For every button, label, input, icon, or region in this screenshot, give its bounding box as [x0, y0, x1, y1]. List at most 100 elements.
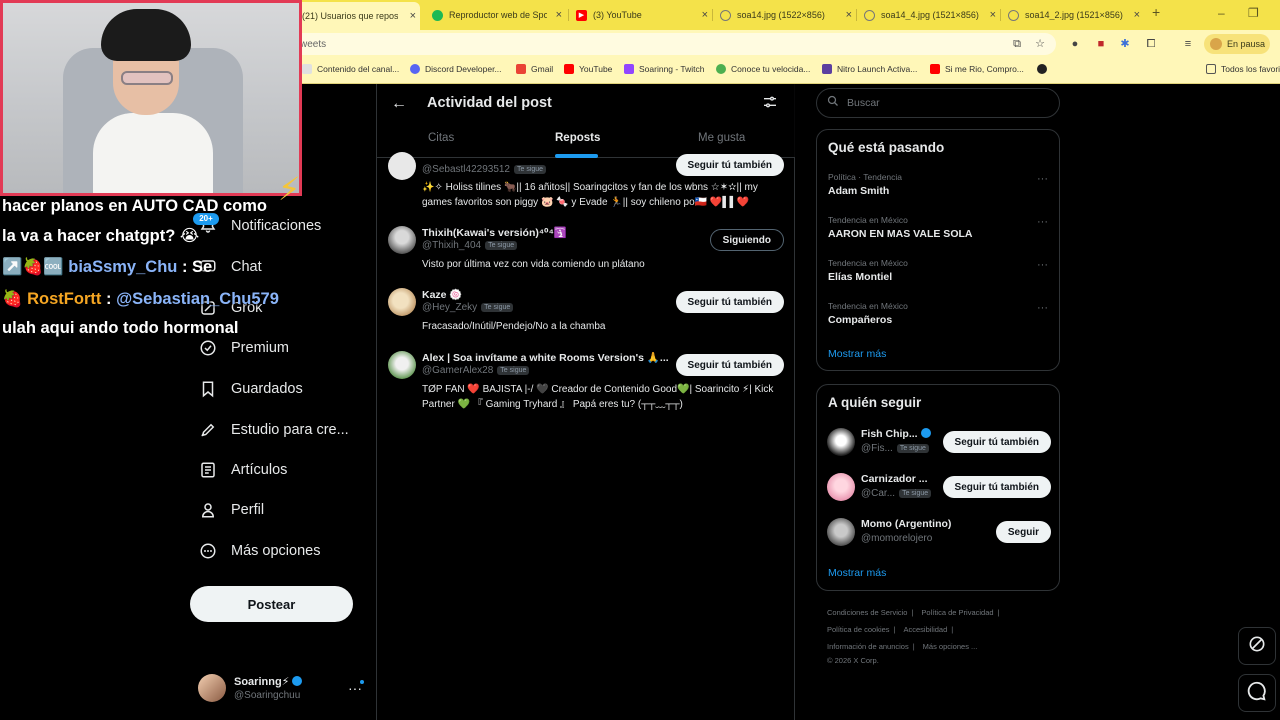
user-row[interactable]: Thixih(Kawai's versión)⁴⁰⁴🛐 @Thixih_404 T…: [377, 226, 795, 278]
follow-back-button[interactable]: Seguir tú también: [675, 154, 784, 176]
following-button[interactable]: Siguiendo: [709, 229, 784, 251]
user-row[interactable]: Kaze 🍥 @Hey_Zeky Te sigue Fracasado/Inúti…: [377, 288, 795, 340]
user-row[interactable]: @Sebastl42293512 Te sigue ✨✧ Holiss tilin…: [377, 152, 795, 214]
new-tab-button[interactable]: +: [1152, 4, 1160, 20]
nav-item-premium[interactable]: Premium: [198, 336, 289, 360]
account-switcher[interactable]: Soarinng⚡ @Soaringchuu ···: [196, 672, 368, 708]
nav-item-bookmarks[interactable]: Guardados: [198, 377, 303, 401]
browser-tab-active[interactable]: (21) Usuarios que reposte ×: [296, 2, 420, 30]
install-icon[interactable]: ⧉: [1010, 37, 1024, 51]
suggestion-row[interactable]: Momo (Argentino) @momorelojero Seguir: [827, 516, 1051, 548]
footer-link[interactable]: Condiciones de Servicio: [827, 608, 907, 617]
post-button[interactable]: Postear: [190, 586, 353, 622]
more-icon[interactable]: ···: [1037, 173, 1048, 185]
search-input[interactable]: [847, 97, 1047, 109]
bookmark-item[interactable]: Gmail: [516, 64, 553, 74]
close-icon[interactable]: ×: [556, 9, 562, 21]
search-box[interactable]: [816, 88, 1060, 118]
trend-context: Tendencia en México: [828, 215, 908, 225]
bookmark-item[interactable]: YouTube: [564, 64, 612, 74]
account-name: Soarinng⚡: [234, 675, 303, 688]
youtube-icon: [930, 64, 940, 74]
footer-link[interactable]: Información de anuncios: [827, 642, 909, 651]
show-more-link[interactable]: Mostrar más: [828, 567, 886, 579]
follow-back-button[interactable]: Seguir tú también: [675, 354, 784, 376]
rocket-icon: [198, 420, 218, 440]
bookmark-item[interactable]: Nitro Launch Activa...: [822, 64, 917, 74]
profile-paused-button[interactable]: En pausa: [1204, 34, 1270, 54]
media-icon[interactable]: ≡: [1181, 37, 1195, 51]
browser-tab[interactable]: soa14_4.jpg (1521×856) ×: [858, 4, 1000, 26]
back-arrow-icon[interactable]: ←: [389, 94, 409, 114]
messages-button[interactable]: [1238, 674, 1276, 712]
nitro-icon: [822, 64, 832, 74]
restore-icon[interactable]: ❐: [1248, 6, 1259, 20]
close-icon[interactable]: ×: [846, 9, 852, 21]
footer-link[interactable]: Política de cookies: [827, 625, 890, 634]
suggestion-row[interactable]: Fish Chip... @Fis... Te sigue Seguir tú t…: [827, 426, 1051, 458]
tab-title: soa14_4.jpg (1521×856): [881, 10, 979, 20]
footer-link[interactable]: Más opciones ...: [923, 642, 978, 651]
browser-tab[interactable]: soa14_2.jpg (1521×856) ×: [1002, 4, 1144, 26]
extension-icon[interactable]: ✱: [1118, 37, 1132, 51]
nav-item-creator-studio[interactable]: Estudio para cre...: [198, 418, 349, 442]
trend-name: Compañeros: [828, 314, 893, 326]
bookmark-item[interactable]: Discord Developer...: [410, 64, 502, 74]
star-icon[interactable]: ☆: [1033, 37, 1047, 51]
more-icon[interactable]: ···: [1037, 302, 1048, 314]
grok-button[interactable]: [1238, 627, 1276, 665]
bookmark-icon: [198, 379, 218, 399]
user-row[interactable]: Alex | Soa invítame a white Rooms Versio…: [377, 351, 795, 415]
filter-icon[interactable]: [762, 94, 780, 112]
follow-button[interactable]: Seguir: [995, 521, 1051, 543]
nav-item-more[interactable]: Más opciones: [198, 539, 320, 563]
pdf-extension-icon[interactable]: ■: [1094, 37, 1108, 51]
tab-likes[interactable]: Me gusta: [698, 132, 745, 144]
bookmark-item[interactable]: Soarinng - Twitch: [624, 64, 705, 74]
close-icon[interactable]: ×: [410, 10, 416, 22]
trend-context: Política · Tendencia: [828, 172, 903, 182]
close-icon[interactable]: ×: [1134, 9, 1140, 21]
bookmark-label: Si me Rio, Compro...: [945, 64, 1024, 74]
youtube-icon: ▶: [576, 9, 587, 21]
avatar: [827, 473, 855, 501]
bookmark-folder[interactable]: Todos los favori: [1206, 64, 1280, 74]
trend-item[interactable]: Política · Tendencia Adam Smith ···: [828, 172, 1050, 197]
bookmark-item[interactable]: Contenido del canal...: [302, 64, 399, 74]
footer-link[interactable]: Política de Privacidad: [921, 608, 993, 617]
nav-item-profile[interactable]: Perfil: [198, 498, 264, 522]
trend-item[interactable]: Tendencia en México Compañeros ···: [828, 301, 1050, 326]
address-bar[interactable]: weets: [290, 33, 1056, 55]
close-icon[interactable]: ×: [990, 9, 996, 21]
puzzle-icon[interactable]: ⧠: [1144, 37, 1158, 51]
show-more-link[interactable]: Mostrar más: [828, 348, 886, 360]
close-icon[interactable]: ×: [702, 9, 708, 21]
chat-badges: 🍓: [2, 290, 23, 308]
tab-quotes[interactable]: Citas: [428, 132, 454, 144]
more-icon[interactable]: ···: [1037, 216, 1048, 228]
more-icon[interactable]: ···: [1037, 259, 1048, 271]
follow-back-button[interactable]: Seguir tú también: [942, 431, 1051, 453]
user-handle: @GamerAlex28 Te sigue: [422, 365, 530, 376]
suggestion-row[interactable]: Carnizador ... @Car... Te sigue Seguir tú…: [827, 471, 1051, 503]
browser-tab[interactable]: Reproductor web de Spot ×: [426, 4, 566, 26]
bookmark-item[interactable]: Si me Rio, Compro...: [930, 64, 1024, 74]
bookmark-item[interactable]: [1037, 64, 1052, 74]
bookmark-item[interactable]: Conoce tu velocida...: [716, 64, 810, 74]
follow-back-button[interactable]: Seguir tú también: [675, 291, 784, 313]
bookmark-label: Contenido del canal...: [317, 64, 400, 74]
follow-back-button[interactable]: Seguir tú también: [942, 476, 1051, 498]
article-icon: [198, 460, 218, 480]
nav-item-articles[interactable]: Artículos: [198, 458, 287, 482]
trend-item[interactable]: Tendencia en México Elías Montiel ···: [828, 258, 1050, 283]
footer-link[interactable]: Accesibilidad: [904, 625, 948, 634]
suggestion-handle: @Fis... Te sigue: [861, 443, 929, 454]
tab-reposts[interactable]: Reposts: [555, 132, 600, 144]
minimize-icon[interactable]: –: [1218, 6, 1225, 20]
trend-item[interactable]: Tendencia en México AARON EN MAS VALE SO…: [828, 215, 1050, 240]
extension-icon[interactable]: ●: [1068, 37, 1082, 51]
browser-tab[interactable]: ▶ (3) YouTube ×: [570, 4, 712, 26]
footer-separator: |: [997, 608, 1000, 617]
nav-item-label: Chat: [231, 259, 262, 275]
browser-tab[interactable]: soa14.jpg (1522×856) ×: [714, 4, 856, 26]
